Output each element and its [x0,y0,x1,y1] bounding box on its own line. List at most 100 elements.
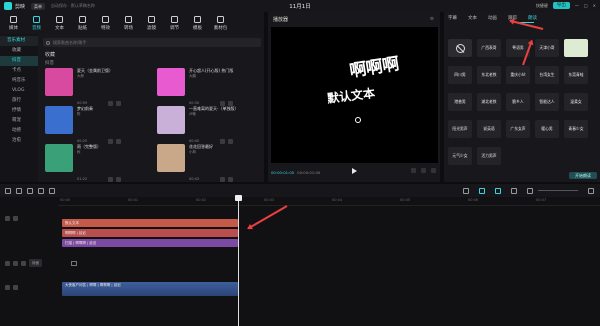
mute-icon[interactable] [21,260,26,266]
sidebar-item-pets[interactable]: 萌宠 [0,116,38,126]
voice-option[interactable]: 暖心男 [535,120,559,138]
tab-subtitle[interactable]: 字幕 [448,15,457,21]
sidebar-item-travel[interactable]: 旅行 [0,96,38,106]
voice-option[interactable]: 脆乡人 [506,93,530,111]
sidebar-item-pure[interactable]: 纯音乐 [0,76,38,86]
audio-track-header [0,285,58,290]
zoom-slider[interactable] [538,190,578,191]
voice-option[interactable]: 东莞青蛙 [564,66,588,84]
menu-button[interactable]: 菜单 [31,2,46,10]
microphone-icon[interactable] [463,187,469,194]
maximize-icon[interactable]: □ [584,3,588,8]
favorite-icon[interactable] [108,176,114,182]
more-icon[interactable]: ≡ [430,16,434,22]
voice-option[interactable]: 台湾女生 [535,66,559,84]
zoom-in-icon[interactable] [588,187,594,194]
sidebar-item-favorites[interactable]: 收藏 [0,46,38,56]
select-icon[interactable] [5,187,11,194]
play-icon[interactable] [352,168,357,174]
playhead[interactable] [238,197,239,326]
tool-adjust[interactable]: 调节 [164,13,185,33]
sidebar-item-music[interactable]: 音乐素材 [0,36,38,46]
music-card[interactable]: 梦幻前奏 陈 00:25 [45,104,149,144]
voice-option[interactable]: 说英语 [477,120,501,138]
tab-read-aloud[interactable]: 朗读 [528,15,537,21]
cover-button[interactable]: 封面 [29,259,42,267]
voice-option-image[interactable] [564,39,588,57]
tab-text[interactable]: 文本 [468,15,477,21]
lock-icon[interactable] [5,260,10,266]
voice-option[interactable]: 智能达人 [535,93,559,111]
tool-transition[interactable]: 转场 [118,13,139,33]
minimize-icon[interactable]: — [575,3,579,8]
search-input[interactable] [53,40,253,45]
voice-option[interactable]: 活力男声 [477,147,501,165]
voice-option[interactable]: 元气少女 [448,147,472,165]
tool-package[interactable]: 素材包 [210,13,231,33]
text-clip[interactable]: 默认文本 [62,219,238,227]
audio-clip[interactable]: 大侠客户问答 | 啊啊 | 啊啊啊 | 延迟 [62,282,238,296]
voice-option[interactable]: 青春少女 [564,120,588,138]
delete-icon[interactable] [49,187,55,194]
tool-filter[interactable]: 滤镜 [141,13,162,33]
snap-icon[interactable] [495,187,501,194]
eye-icon[interactable] [13,216,18,221]
split-icon[interactable] [38,187,44,194]
rotate-handle-icon[interactable] [355,117,361,123]
music-card[interactable]: 夏天（金属前卫版） 大郎 00:59 [45,66,149,106]
music-card[interactable]: 雨（完整版） 秋 01:22 [45,142,149,182]
sidebar-item-beat[interactable]: 卡点 [0,66,38,76]
link-icon[interactable] [479,187,485,194]
voice-option[interactable]: 阳光男声 [448,120,472,138]
favorite-icon[interactable] [220,176,226,182]
tool-text[interactable]: 文本 [49,13,70,33]
preview-axis-icon[interactable] [511,187,517,194]
sidebar-item-lyrical[interactable]: 抒情 [0,106,38,116]
tool-audio[interactable]: 音频 [26,13,47,33]
playhead-handle[interactable] [235,195,242,201]
tool-template[interactable]: 模板 [187,13,208,33]
sidebar-item-douyin[interactable]: 抖音 [0,56,38,66]
tab-animation[interactable]: 动画 [488,15,497,21]
sidebar-item-dynamic[interactable]: 动感 [0,126,38,136]
voice-option[interactable]: 湖北老铁 [477,93,501,111]
sidebar-item-vlog[interactable]: VLOG [0,86,38,96]
voice-option[interactable]: 东北老铁 [477,66,501,84]
tool-effects[interactable]: 特效 [95,13,116,33]
voice-none[interactable] [448,39,472,57]
time-ruler[interactable]: 00:00 00:01 00:02 00:03 00:04 00:05 00:0… [58,197,600,206]
voice-option[interactable]: 广西表哥 [477,39,501,57]
lock-icon[interactable] [5,285,10,290]
voice-option[interactable]: 港普男 [448,93,472,111]
effect-clip[interactable]: 啊啊啊 | 延迟 [62,229,238,237]
redo-icon[interactable] [27,187,33,194]
voice-option[interactable]: 重庆小伙 [506,66,530,84]
tool-sticker[interactable]: 贴纸 [72,13,93,33]
voice-option[interactable]: 广东女声 [506,120,530,138]
shortcut-button[interactable]: 快捷键 [536,3,548,9]
music-card[interactable]: 花花回答最好 小林 00:43 [157,142,261,182]
tool-media[interactable]: 媒体 [3,13,24,33]
sidebar-item-healing[interactable]: 治愈 [0,136,38,146]
fullscreen-icon[interactable] [431,168,436,173]
close-icon[interactable]: × [593,3,596,8]
music-card[interactable]: 一直难离的夏天-（单独版） 卢敏 00:45 [157,104,261,144]
undo-icon[interactable] [16,187,22,194]
music-card[interactable]: 开心超人(开心版) 热门版 大鹏 00:30 [157,66,261,106]
voice-option[interactable]: 四川男 [448,66,472,84]
lock-icon[interactable] [5,216,10,221]
voice-option[interactable]: 温柔女 [564,93,588,111]
download-icon[interactable] [228,176,234,182]
voice-option[interactable]: 天津小哥 [535,39,559,57]
download-icon[interactable] [116,176,122,182]
eye-icon[interactable] [13,260,18,266]
filter-clip[interactable]: 扫描 | 啊啊啊 | 延迟 [62,239,238,247]
zoom-out-icon[interactable] [527,187,533,194]
ratio-icon[interactable] [421,168,426,173]
fit-icon[interactable] [411,168,416,173]
export-button[interactable]: 导出 [552,2,570,9]
preview-canvas[interactable]: 啊啊啊 默认文本 [271,27,438,163]
eye-icon[interactable] [13,285,18,290]
audio-icon [33,15,40,23]
start-read-aloud-button[interactable]: 开始朗读 [569,172,597,179]
